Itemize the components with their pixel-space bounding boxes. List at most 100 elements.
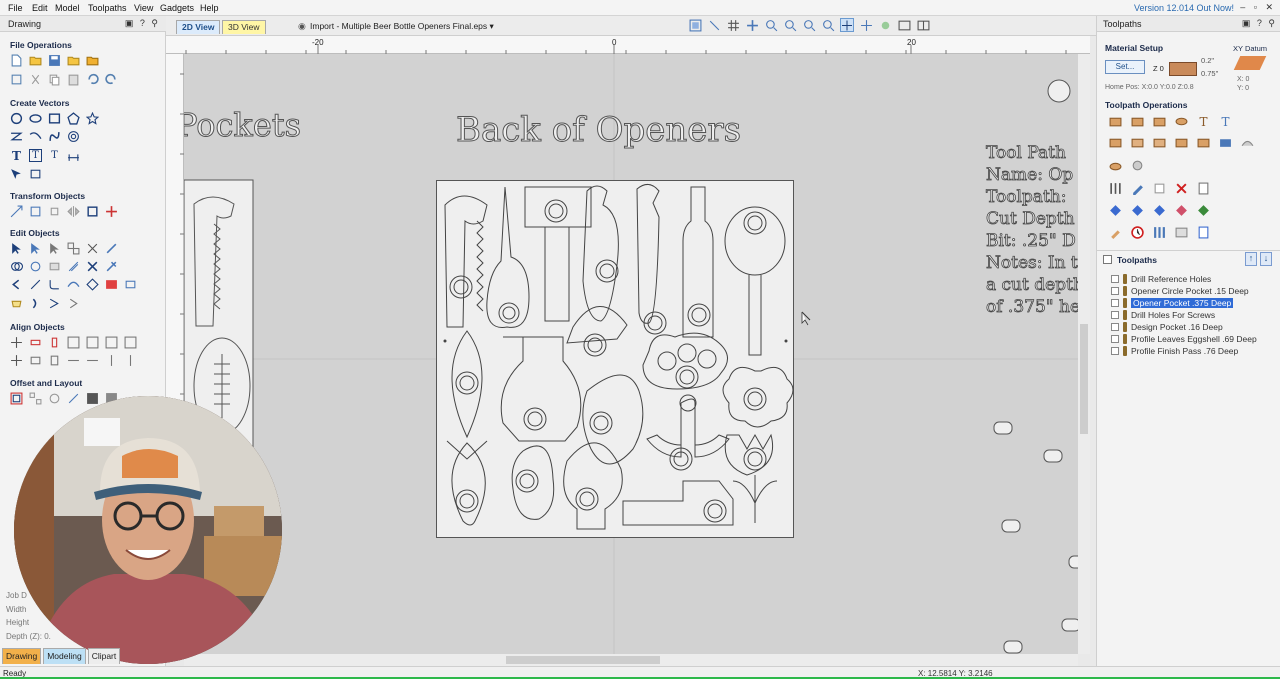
chevron-left-icon[interactable] — [10, 278, 23, 291]
move-icon[interactable] — [10, 205, 23, 218]
vcarve-toolpath-icon[interactable] — [1175, 115, 1188, 128]
cut-icon[interactable] — [29, 73, 42, 86]
ungroup-icon[interactable] — [86, 242, 99, 255]
document-name[interactable]: Import - Multiple Beer Bottle Openers Fi… — [310, 21, 494, 32]
move-up-icon[interactable]: ↑ — [1245, 252, 1257, 266]
simulate-icon[interactable] — [1153, 204, 1166, 217]
save-toolpath-icon[interactable] — [1175, 226, 1188, 239]
circle-tool-icon[interactable] — [10, 112, 23, 125]
tab-3d-view[interactable]: 3D View — [222, 20, 266, 34]
toolpath-checkbox[interactable] — [1111, 311, 1119, 319]
nesting-icon[interactable] — [67, 392, 80, 405]
moulding-toolpath-icon[interactable] — [1153, 136, 1166, 149]
zoom-selected-icon[interactable] — [821, 18, 835, 32]
transform-mode-icon[interactable] — [48, 242, 61, 255]
quick-engrave-icon[interactable] — [1197, 136, 1210, 149]
notes-text-block[interactable]: Tool Path Name: Op Toolpath: Cut Depth B… — [986, 142, 1085, 318]
arrow-right-icon[interactable] — [48, 297, 61, 310]
toolpaths-master-checkbox[interactable] — [1103, 255, 1112, 264]
3d-profile-icon[interactable] — [1109, 159, 1122, 172]
edit-toolpath-icon[interactable] — [1131, 182, 1144, 195]
close-vector-icon[interactable] — [86, 260, 99, 273]
delete-toolpath-icon[interactable] — [1175, 182, 1188, 195]
zoom-extents-icon[interactable] — [764, 18, 778, 32]
draw-tool-icon[interactable] — [10, 167, 23, 180]
layout-split-icon[interactable] — [916, 18, 930, 32]
cursor-icon[interactable] — [67, 297, 80, 310]
drilling-toolpath-icon[interactable] — [1153, 115, 1166, 128]
auto-layout-text-icon[interactable]: T — [48, 149, 61, 162]
nest-parts-icon[interactable] — [105, 278, 118, 291]
diamond-icon[interactable] — [86, 278, 99, 291]
horizontal-scrollbar[interactable] — [184, 654, 1078, 666]
weld-icon[interactable] — [10, 260, 23, 273]
circular-array-icon[interactable] — [48, 392, 61, 405]
toolpath-checkbox[interactable] — [1111, 299, 1119, 307]
text-on-curve-icon[interactable]: T — [29, 149, 42, 162]
version-link[interactable]: Version 12.014 Out Now! — [1134, 3, 1234, 13]
tab-2d-view[interactable]: 2D View — [176, 20, 221, 34]
preview-toolpaths-icon[interactable] — [1109, 204, 1122, 217]
vertical-scrollbar[interactable] — [1078, 54, 1090, 654]
set-size-icon[interactable] — [105, 205, 118, 218]
paste-icon[interactable] — [67, 73, 80, 86]
align-right-icon[interactable] — [86, 336, 99, 349]
close-doc-icon[interactable]: ◉ — [298, 21, 306, 32]
zoom-out-icon[interactable] — [802, 18, 816, 32]
horizontal-scroll-thumb[interactable] — [506, 656, 660, 664]
snap-on-icon[interactable] — [840, 18, 854, 32]
tab-clipart[interactable]: Clipart — [87, 648, 121, 664]
profile-toolpath-icon[interactable] — [1109, 115, 1122, 128]
snap-icon[interactable] — [707, 18, 721, 32]
vertical-scroll-thumb[interactable] — [1080, 324, 1088, 434]
array-copy-icon[interactable] — [29, 392, 42, 405]
align-center-y-icon[interactable] — [48, 336, 61, 349]
window-controls[interactable]: – ▫ ✕ — [1240, 2, 1276, 13]
fillet-icon[interactable] — [48, 278, 61, 291]
toolpath-item[interactable]: Design Pocket .16 Deep — [1111, 321, 1257, 333]
align-icon[interactable] — [29, 205, 42, 218]
space-v-icon[interactable] — [48, 354, 61, 367]
new-file-icon[interactable] — [10, 54, 23, 67]
tab-drawing[interactable]: Drawing — [2, 648, 42, 664]
zoom-in-icon[interactable] — [783, 18, 797, 32]
toolpath-checkbox[interactable] — [1111, 287, 1119, 295]
tab-modeling[interactable]: Modeling — [43, 648, 86, 664]
pockets-text[interactable]: Pockets — [184, 106, 302, 145]
menu-view[interactable]: View — [134, 3, 153, 13]
import-bitmap-icon[interactable] — [86, 54, 99, 67]
open-folder-icon[interactable] — [29, 54, 42, 67]
import-folder-icon[interactable] — [67, 54, 80, 67]
brush-icon[interactable] — [1109, 226, 1122, 239]
time-estimate-icon[interactable] — [1131, 226, 1144, 239]
menu-help[interactable]: Help — [200, 3, 219, 13]
interactive-trim-icon[interactable] — [105, 242, 118, 255]
grid-icon[interactable] — [726, 18, 740, 32]
move-right-icon[interactable] — [86, 354, 99, 367]
group-icon[interactable] — [67, 242, 80, 255]
pocket-toolpath-icon[interactable] — [1131, 115, 1144, 128]
back-of-openers-text[interactable]: Back of Openers — [455, 110, 741, 151]
transform-icon[interactable] — [859, 18, 873, 32]
node-edit-icon[interactable] — [29, 242, 42, 255]
trace-tool-icon[interactable] — [29, 167, 42, 180]
align-top-icon[interactable] — [105, 336, 118, 349]
pan-icon[interactable] — [745, 18, 759, 32]
engrave-toolpath-icon[interactable]: T — [1197, 115, 1210, 129]
align-center-x-icon[interactable] — [29, 336, 42, 349]
align-left-icon[interactable] — [67, 336, 80, 349]
extend-icon[interactable] — [29, 278, 42, 291]
copy-toolpath-icon[interactable] — [1153, 182, 1166, 195]
select-arrow-icon[interactable] — [10, 242, 23, 255]
menu-file[interactable]: File — [8, 3, 23, 13]
polygon-tool-icon[interactable] — [67, 112, 80, 125]
menu-toolpaths[interactable]: Toolpaths — [88, 3, 127, 13]
preview-selected-icon[interactable] — [1131, 204, 1144, 217]
prism-toolpath-icon[interactable] — [1131, 136, 1144, 149]
toolpath-summary-icon[interactable] — [1197, 182, 1210, 195]
text-tool-icon[interactable]: T — [10, 149, 23, 163]
fit-icon[interactable] — [10, 73, 23, 86]
material-sheet[interactable] — [436, 180, 794, 538]
toolpath-item[interactable]: Opener Circle Pocket .15 Deep — [1111, 285, 1257, 297]
toolpath-item[interactable]: Drill Holes For Screws — [1111, 309, 1257, 321]
